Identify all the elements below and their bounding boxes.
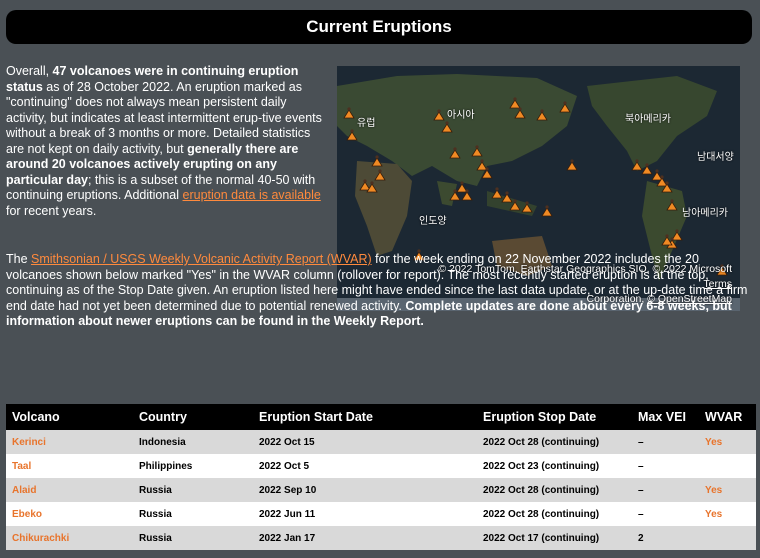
eruptions-table: Volcano Country Eruption Start Date Erup…: [6, 404, 756, 550]
volcano-name[interactable]: Ebeko: [6, 502, 133, 526]
volcano-marker-icon[interactable]: [514, 107, 526, 119]
volcano-marker-icon[interactable]: [641, 163, 653, 175]
start-date: 2022 Oct 5: [259, 460, 310, 472]
volcano-marker-icon[interactable]: [433, 109, 445, 121]
volcano-name[interactable]: Chikurachki: [6, 526, 133, 550]
volcano-marker-icon[interactable]: [541, 205, 553, 217]
volcano-marker-icon[interactable]: [536, 109, 548, 121]
max-vei: –: [638, 508, 644, 520]
col-max-vei[interactable]: Max VEI: [632, 404, 699, 430]
page-title: Current Eruptions: [306, 17, 452, 36]
wvar-link[interactable]: Yes: [699, 502, 756, 526]
volcano-marker-icon[interactable]: [491, 187, 503, 199]
volcano-marker-icon[interactable]: [661, 234, 673, 246]
volcano-marker-icon[interactable]: [343, 107, 355, 119]
country: Russia: [139, 508, 172, 520]
volcano-marker-icon[interactable]: [651, 169, 663, 181]
stop-date: 2022 Oct 28 (continuing): [483, 508, 600, 520]
stop-date: 2022 Oct 17 (continuing): [483, 532, 600, 544]
country: Russia: [139, 532, 172, 544]
volcano-marker-icon[interactable]: [441, 121, 453, 133]
volcano-marker-icon[interactable]: [456, 181, 468, 193]
col-volcano[interactable]: Volcano: [6, 404, 133, 430]
volcano-marker-icon[interactable]: [501, 191, 513, 203]
col-wvar[interactable]: WVAR: [699, 404, 756, 430]
volcano-marker-icon[interactable]: [631, 159, 643, 171]
col-country[interactable]: Country: [133, 404, 253, 430]
volcano-name[interactable]: Taal: [6, 454, 133, 478]
report-paragraph: The Smithsonian / USGS Weekly Volcanic A…: [6, 252, 752, 330]
report-text-1: The: [6, 252, 32, 266]
col-stop-date[interactable]: Eruption Stop Date: [477, 404, 632, 430]
col-start-date[interactable]: Eruption Start Date: [253, 404, 477, 430]
volcano-marker-icon[interactable]: [346, 129, 358, 141]
wvar-link[interactable]: Yes: [699, 430, 756, 454]
intro-text-1: Overall,: [6, 64, 53, 78]
volcano-marker-icon[interactable]: [359, 179, 371, 191]
max-vei: –: [638, 460, 644, 472]
wvar-link[interactable]: [699, 526, 756, 550]
intro-text-4: for recent years.: [6, 203, 97, 218]
volcano-name[interactable]: Alaid: [6, 478, 133, 502]
volcano-marker-icon[interactable]: [521, 201, 533, 213]
volcano-marker-icon[interactable]: [666, 199, 678, 211]
start-date: 2022 Jun 11: [259, 508, 316, 520]
max-vei: 2: [638, 532, 644, 544]
volcano-marker-icon[interactable]: [566, 159, 578, 171]
page-title-bar: Current Eruptions: [6, 10, 752, 44]
volcano-marker-icon[interactable]: [509, 97, 521, 109]
max-vei: –: [638, 484, 644, 496]
table-row: Kerinci Indonesia 2022 Oct 15 2022 Oct 2…: [6, 430, 756, 454]
wvar-link[interactable]: Smithsonian / USGS Weekly Volcanic Activ…: [31, 252, 372, 266]
country: Philippines: [139, 460, 193, 472]
table-row: Chikurachki Russia 2022 Jan 17 2022 Oct …: [6, 526, 756, 550]
eruption-data-link[interactable]: eruption data is available: [183, 188, 321, 202]
volcano-marker-icon[interactable]: [471, 145, 483, 157]
start-date: 2022 Jan 17: [259, 532, 316, 544]
volcano-marker-icon[interactable]: [671, 229, 683, 241]
table-row: Ebeko Russia 2022 Jun 11 2022 Oct 28 (co…: [6, 502, 756, 526]
intro-paragraph: Overall, 47 volcanoes were in continuing…: [6, 64, 324, 219]
country: Indonesia: [139, 436, 186, 448]
start-date: 2022 Sep 10: [259, 484, 317, 496]
stop-date: 2022 Oct 28 (continuing): [483, 484, 600, 496]
volcano-marker-icon[interactable]: [476, 159, 488, 171]
volcano-marker-icon[interactable]: [371, 155, 383, 167]
start-date: 2022 Oct 15: [259, 436, 315, 448]
table-header-row: Volcano Country Eruption Start Date Erup…: [6, 404, 756, 430]
volcano-marker-icon[interactable]: [559, 101, 571, 113]
table-row: Alaid Russia 2022 Sep 10 2022 Oct 28 (co…: [6, 478, 756, 502]
volcano-marker-icon[interactable]: [366, 181, 378, 193]
table-row: Taal Philippines 2022 Oct 5 2022 Oct 23 …: [6, 454, 756, 478]
volcano-name[interactable]: Kerinci: [6, 430, 133, 454]
stop-date: 2022 Oct 23 (continuing): [483, 460, 600, 472]
country: Russia: [139, 484, 172, 496]
stop-date: 2022 Oct 28 (continuing): [483, 436, 600, 448]
wvar-link[interactable]: Yes: [699, 478, 756, 502]
volcano-marker-icon[interactable]: [449, 147, 461, 159]
wvar-link[interactable]: [699, 454, 756, 478]
volcano-marker-icon[interactable]: [374, 169, 386, 181]
max-vei: –: [638, 436, 644, 448]
